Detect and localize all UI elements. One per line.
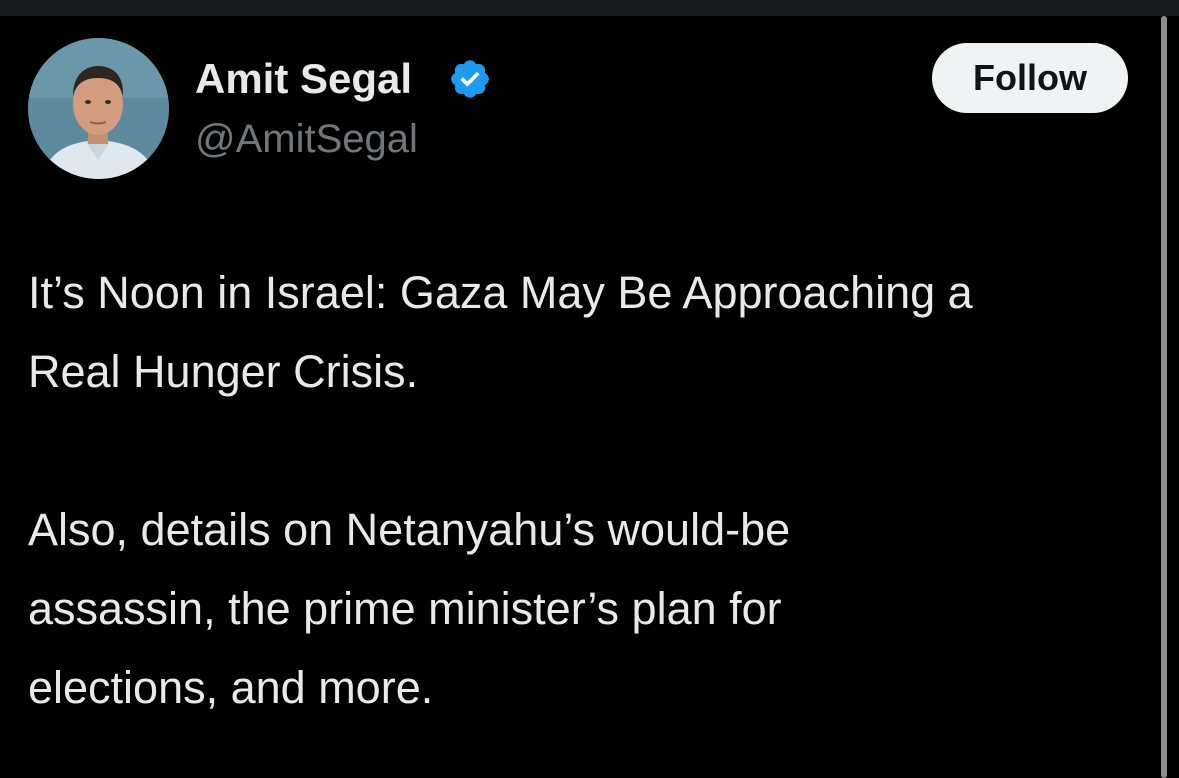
profile-photo-icon	[28, 38, 169, 179]
tweet-line: elections, and more.	[28, 662, 434, 713]
follow-button[interactable]: Follow	[932, 43, 1128, 113]
scrollbar[interactable]	[1161, 16, 1167, 778]
tweet-line: It’s Noon in Israel: Gaza May Be Approac…	[28, 267, 973, 318]
avatar[interactable]	[28, 38, 169, 179]
handle[interactable]: @AmitSegal	[195, 113, 418, 165]
display-name[interactable]: Amit Segal	[195, 52, 412, 106]
top-strip	[0, 0, 1179, 16]
tweet-line: Real Hunger Crisis.	[28, 346, 419, 397]
verified-badge-icon[interactable]	[448, 57, 492, 101]
tweet-line: assassin, the prime minister’s plan for	[28, 583, 782, 634]
tweet-text: It’s Noon in Israel: Gaza May Be Approac…	[28, 253, 1153, 727]
tweet-line: Also, details on Netanyahu’s would-be	[28, 504, 791, 555]
